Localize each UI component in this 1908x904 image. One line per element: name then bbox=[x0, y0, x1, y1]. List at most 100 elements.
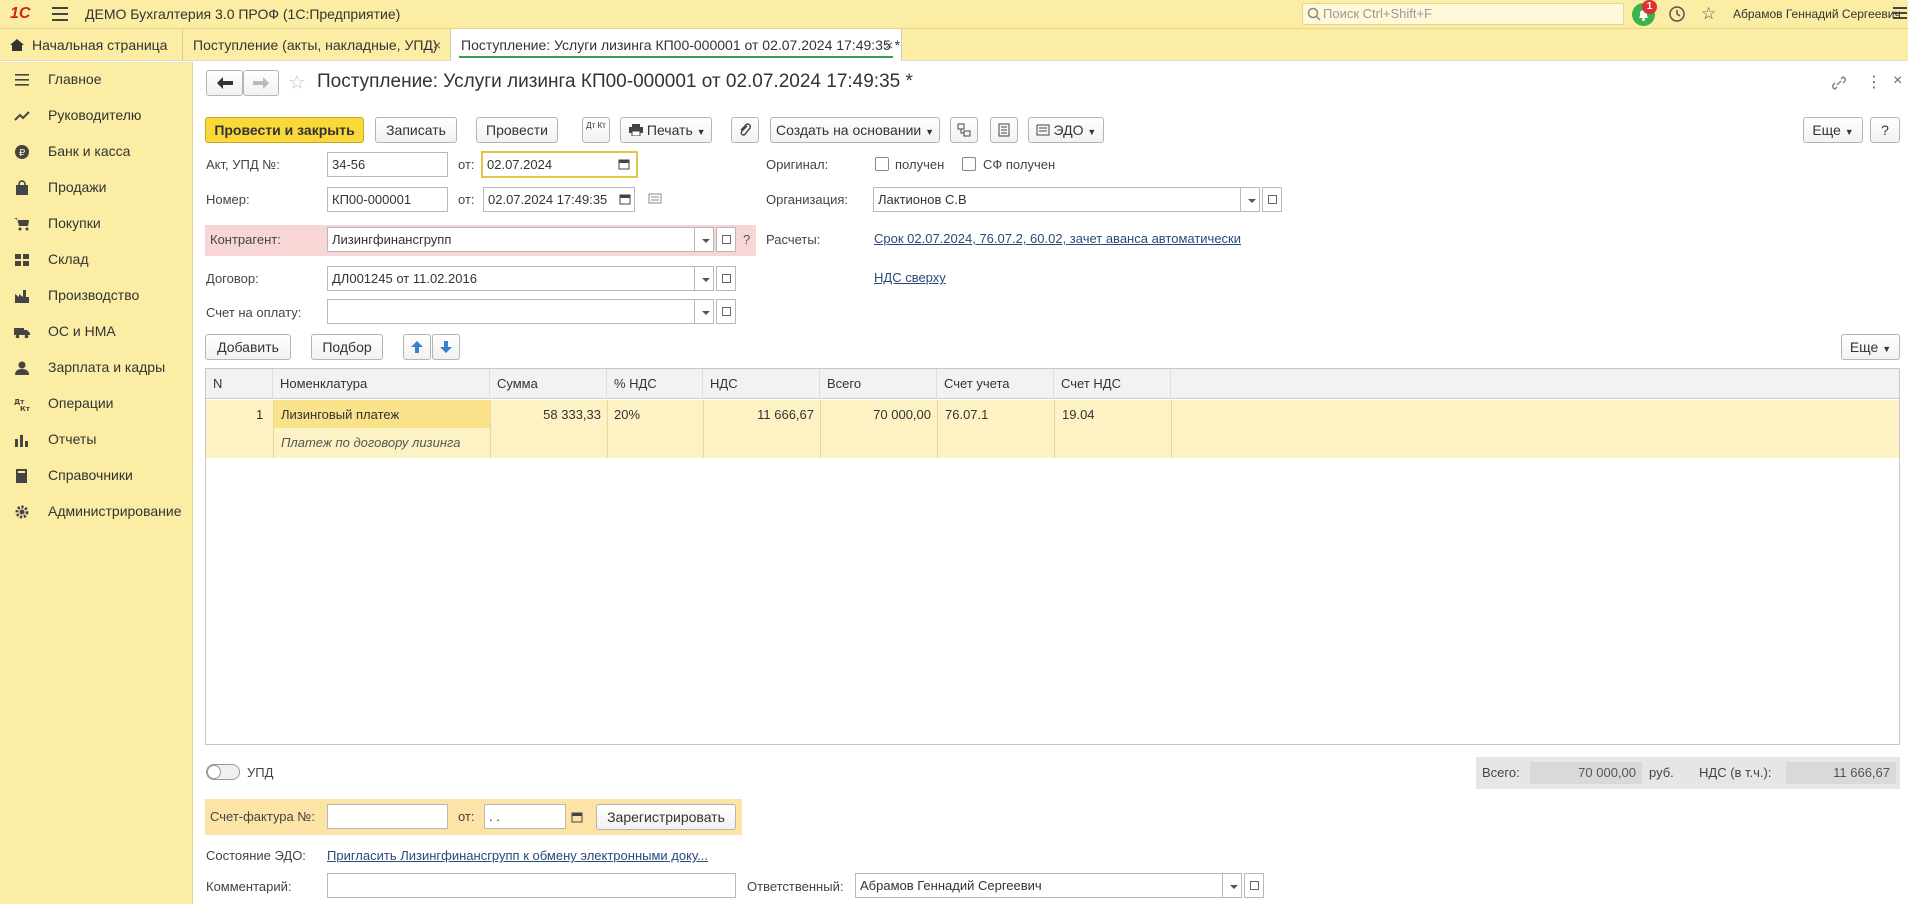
pick-button[interactable]: Подбор bbox=[311, 334, 383, 360]
sidebar-item-purchases[interactable]: Покупки bbox=[0, 206, 193, 242]
comment-input[interactable] bbox=[327, 873, 736, 898]
comment-icon[interactable] bbox=[648, 193, 662, 205]
row-total[interactable]: 70 000,00 bbox=[820, 407, 931, 422]
responsible-dropdown-button[interactable] bbox=[1222, 873, 1242, 898]
number-date-input[interactable]: 02.07.2024 17:49:35 bbox=[483, 187, 635, 212]
organization-label: Организация: bbox=[766, 192, 849, 207]
current-user[interactable]: Абрамов Геннадий Сергеевич bbox=[1733, 7, 1901, 21]
tab-home[interactable]: Начальная страница bbox=[0, 29, 180, 61]
add-row-button[interactable]: Добавить bbox=[205, 334, 291, 360]
column-header-account[interactable]: Счет учета bbox=[937, 369, 1054, 399]
contractor-input[interactable]: Лизингфинансгрупп bbox=[327, 227, 696, 252]
favorite-star-icon[interactable]: ☆ bbox=[288, 70, 306, 95]
sidebar-item-reports[interactable]: Отчеты bbox=[0, 422, 193, 458]
sidebar-item-payroll[interactable]: Зарплата и кадры bbox=[0, 350, 193, 386]
main-menu-icon[interactable] bbox=[52, 7, 68, 21]
organization-dropdown-button[interactable] bbox=[1240, 187, 1260, 212]
sidebar-item-warehouse[interactable]: Склад bbox=[0, 242, 193, 278]
edo-invite-link[interactable]: Пригласить Лизингфинансгрупп к обмену эл… bbox=[327, 848, 708, 863]
responsible-input[interactable]: Абрамов Геннадий Сергеевич bbox=[855, 873, 1224, 898]
contract-dropdown-button[interactable] bbox=[694, 266, 714, 291]
contract-open-button[interactable] bbox=[716, 266, 736, 291]
save-button[interactable]: Записать bbox=[375, 117, 457, 143]
back-button[interactable] bbox=[206, 70, 243, 96]
forward-button[interactable] bbox=[243, 70, 279, 96]
search-input[interactable]: Поиск Ctrl+Shift+F bbox=[1302, 3, 1624, 25]
tab-home-label: Начальная страница bbox=[32, 37, 168, 53]
tab-receipts-list[interactable]: Поступление (акты, накладные, УПД) × bbox=[182, 29, 449, 61]
contractor-dropdown-button[interactable] bbox=[694, 227, 714, 252]
row-vat-account[interactable]: 19.04 bbox=[1062, 407, 1095, 422]
column-header-vat-rate[interactable]: % НДС bbox=[607, 369, 703, 399]
structure-button[interactable] bbox=[950, 117, 978, 143]
help-button[interactable]: ? bbox=[1870, 117, 1900, 143]
column-header-vat[interactable]: НДС bbox=[703, 369, 820, 399]
move-up-button[interactable] bbox=[403, 334, 431, 360]
invoice-dropdown-button[interactable] bbox=[694, 299, 714, 324]
original-received-checkbox[interactable] bbox=[875, 157, 889, 171]
act-number-input[interactable]: 34-56 bbox=[327, 152, 448, 177]
sidebar-item-fixed-assets[interactable]: ОС и НМА bbox=[0, 314, 193, 350]
row-item-description[interactable]: Платеж по договору лизинга bbox=[281, 435, 460, 450]
close-icon[interactable]: × bbox=[885, 37, 893, 53]
row-vat-rate[interactable]: 20% bbox=[614, 407, 640, 422]
organization-input[interactable]: Лактионов С.В bbox=[873, 187, 1242, 212]
sidebar-item-admin[interactable]: Администрирование bbox=[0, 494, 193, 530]
act-date-input[interactable]: 02.07.2024 bbox=[481, 151, 638, 178]
contractor-open-button[interactable] bbox=[716, 227, 736, 252]
tab-receipt-document[interactable]: Поступление: Услуги лизинга КП00-000001 … bbox=[450, 29, 902, 61]
post-button[interactable]: Провести bbox=[476, 117, 558, 143]
invoice-open-button[interactable] bbox=[716, 299, 736, 324]
move-down-button[interactable] bbox=[432, 334, 460, 360]
sidebar-item-sales[interactable]: Продажи bbox=[0, 170, 193, 206]
invoice-input[interactable] bbox=[327, 299, 696, 324]
post-and-close-button[interactable]: Провести и закрыть bbox=[205, 117, 364, 143]
sidebar-item-manager[interactable]: Руководителю bbox=[0, 98, 193, 134]
row-sum[interactable]: 58 333,33 bbox=[490, 407, 601, 422]
column-header-total[interactable]: Всего bbox=[820, 369, 937, 399]
vat-on-top-link[interactable]: НДС сверху bbox=[874, 270, 946, 285]
column-header-n[interactable]: N bbox=[206, 369, 273, 399]
upd-toggle[interactable] bbox=[206, 764, 240, 780]
sf-date-input[interactable]: . . bbox=[484, 804, 566, 829]
row-account[interactable]: 76.07.1 bbox=[945, 407, 988, 422]
sf-number-input[interactable] bbox=[327, 804, 448, 829]
create-based-on-button[interactable]: Создать на основании ▼ bbox=[770, 117, 940, 143]
close-icon[interactable]: × bbox=[433, 37, 441, 53]
column-header-vat-account[interactable]: Счет НДС bbox=[1054, 369, 1171, 399]
calendar-icon[interactable] bbox=[618, 158, 630, 170]
printer-icon bbox=[629, 124, 643, 137]
favorites-star-icon[interactable]: ☆ bbox=[1701, 4, 1716, 24]
sf-received-checkbox[interactable] bbox=[962, 157, 976, 171]
sidebar-item-operations[interactable]: Дт Кт Операции bbox=[0, 386, 193, 422]
sidebar-item-catalogs[interactable]: Справочники bbox=[0, 458, 193, 494]
calendar-icon[interactable] bbox=[571, 811, 583, 823]
sidebar-item-main[interactable]: Главное bbox=[0, 62, 193, 98]
calendar-icon[interactable] bbox=[619, 193, 631, 205]
close-form-icon[interactable]: × bbox=[1893, 72, 1902, 90]
history-icon[interactable] bbox=[1668, 5, 1686, 23]
number-input[interactable]: КП00-000001 bbox=[327, 187, 448, 212]
system-menu-icon[interactable] bbox=[1893, 7, 1907, 21]
table-more-button[interactable]: Еще ▼ bbox=[1841, 334, 1900, 360]
link-icon[interactable] bbox=[1831, 75, 1847, 91]
contractor-help-icon[interactable]: ? bbox=[743, 232, 750, 247]
column-header-item[interactable]: Номенклатура bbox=[273, 369, 490, 399]
contract-input[interactable]: ДЛ001245 от 11.02.2016 bbox=[327, 266, 696, 291]
calculations-link[interactable]: Срок 02.07.2024, 76.07.2, 60.02, зачет а… bbox=[874, 231, 1241, 246]
row-vat[interactable]: 11 666,67 bbox=[703, 407, 814, 422]
sidebar-item-bank[interactable]: ₽ Банк и касса bbox=[0, 134, 193, 170]
print-button[interactable]: Печать ▼ bbox=[620, 117, 712, 143]
more-vertical-icon[interactable]: ⋮ bbox=[1866, 72, 1882, 92]
column-header-sum[interactable]: Сумма bbox=[490, 369, 607, 399]
organization-open-button[interactable] bbox=[1262, 187, 1282, 212]
more-button[interactable]: Еще ▼ bbox=[1803, 117, 1863, 143]
dtkt-button[interactable]: Дт Кт bbox=[582, 117, 610, 143]
responsible-open-button[interactable] bbox=[1244, 873, 1264, 898]
row-item[interactable]: Лизинговый платеж bbox=[281, 407, 399, 422]
edo-button[interactable]: ЭДО ▼ bbox=[1028, 117, 1104, 143]
report-button[interactable] bbox=[990, 117, 1018, 143]
attach-button[interactable] bbox=[731, 117, 759, 143]
register-button[interactable]: Зарегистрировать bbox=[596, 804, 736, 830]
sidebar-item-production[interactable]: Производство bbox=[0, 278, 193, 314]
